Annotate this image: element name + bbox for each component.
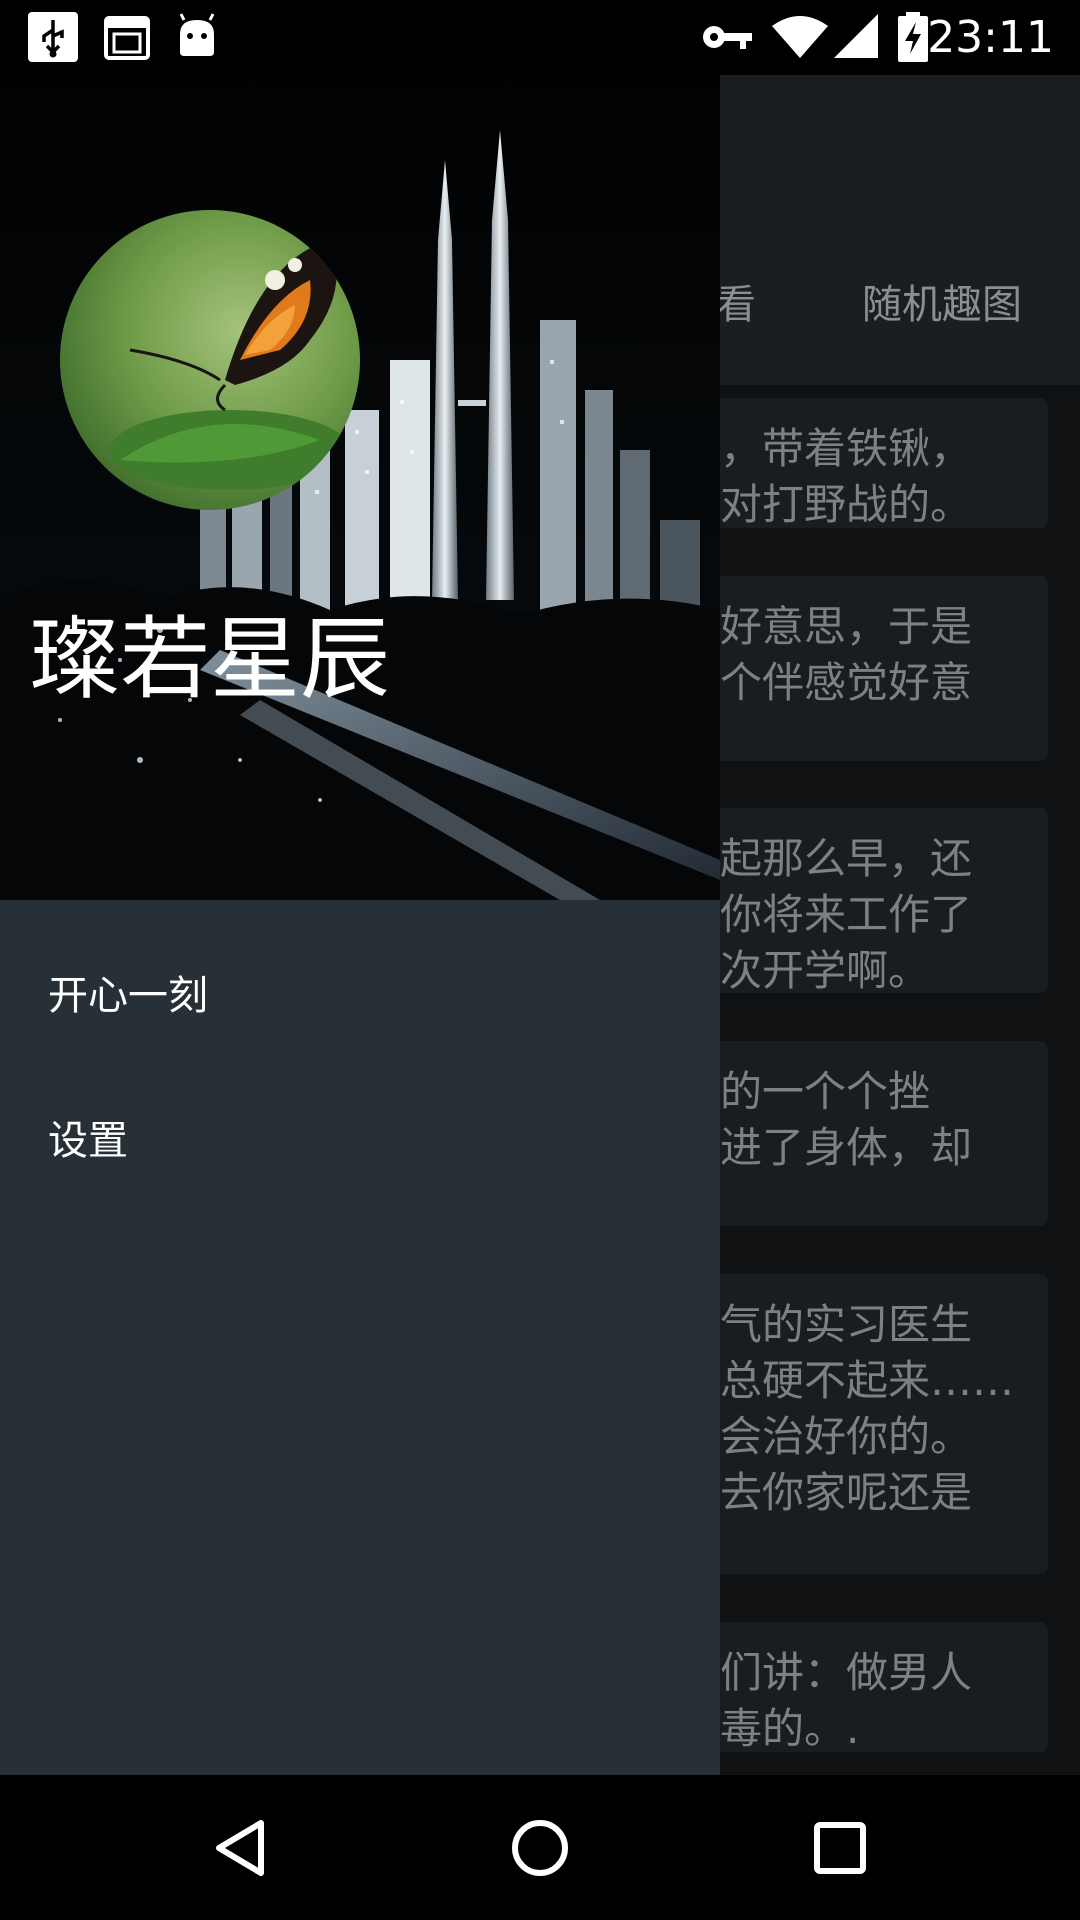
card-text-line: 起那么早，还 bbox=[720, 834, 973, 883]
avatar[interactable] bbox=[60, 210, 360, 510]
card-text-line: 好意思，于是 bbox=[720, 602, 973, 651]
card-text-line: 们讲：做男人 bbox=[720, 1648, 973, 1697]
card-text-line: 总硬不起来…… bbox=[720, 1356, 1015, 1405]
android-icon bbox=[172, 12, 222, 62]
menu-item-settings[interactable]: 设置 bbox=[0, 1071, 720, 1211]
cell-signal-icon bbox=[832, 12, 882, 62]
battery-charging-icon bbox=[896, 12, 930, 62]
card-text-line: 次开学啊。 bbox=[720, 946, 931, 993]
tab-random-funny-pics[interactable]: 随机趣图 bbox=[862, 280, 1022, 330]
clock: 23:11 bbox=[927, 12, 1054, 63]
card-text-line: 的一个个挫 bbox=[720, 1067, 931, 1116]
butterfly-avatar-icon bbox=[110, 240, 350, 490]
navigation-drawer: 璨若星辰 开心一刻 设置 bbox=[0, 0, 720, 1775]
card-text-line: 个伴感觉好意 bbox=[720, 658, 973, 707]
card-text-line: 去你家呢还是 bbox=[720, 1468, 973, 1517]
drawer-header: 璨若星辰 bbox=[0, 0, 720, 900]
vpn-key-icon bbox=[700, 12, 756, 62]
wifi-icon bbox=[770, 12, 830, 62]
recents-icon[interactable] bbox=[805, 1813, 875, 1883]
status-bar: 23:11 bbox=[0, 0, 1080, 75]
calendar-icon bbox=[102, 12, 152, 62]
screen: 23:11 看 随机趣图 ，带着铁锹， 对打野战的。 好意思，于是 个伴感觉好意… bbox=[0, 0, 1080, 1920]
card-text-line: 会治好你的。 bbox=[720, 1412, 973, 1461]
card-text-line: 气的实习医生 bbox=[720, 1300, 973, 1349]
menu-item-happy-moment[interactable]: 开心一刻 bbox=[0, 926, 720, 1066]
menu-item-label: 开心一刻 bbox=[48, 973, 208, 1019]
card-text-line: 对打野战的。 bbox=[720, 480, 973, 528]
back-icon[interactable] bbox=[205, 1813, 275, 1883]
navigation-bar bbox=[0, 1775, 1080, 1920]
menu-item-label: 设置 bbox=[48, 1118, 128, 1164]
usb-icon bbox=[28, 12, 78, 62]
card-text-line: 你将来工作了 bbox=[720, 890, 973, 939]
home-icon[interactable] bbox=[505, 1813, 575, 1883]
card-text-line: 毒的。. bbox=[720, 1704, 860, 1752]
card-text-line: ，带着铁锹， bbox=[720, 424, 973, 473]
tab-partial[interactable]: 看 bbox=[716, 280, 756, 330]
card-text-line: 进了身体，却 bbox=[720, 1123, 973, 1172]
drawer-title: 璨若星辰 bbox=[30, 607, 390, 712]
